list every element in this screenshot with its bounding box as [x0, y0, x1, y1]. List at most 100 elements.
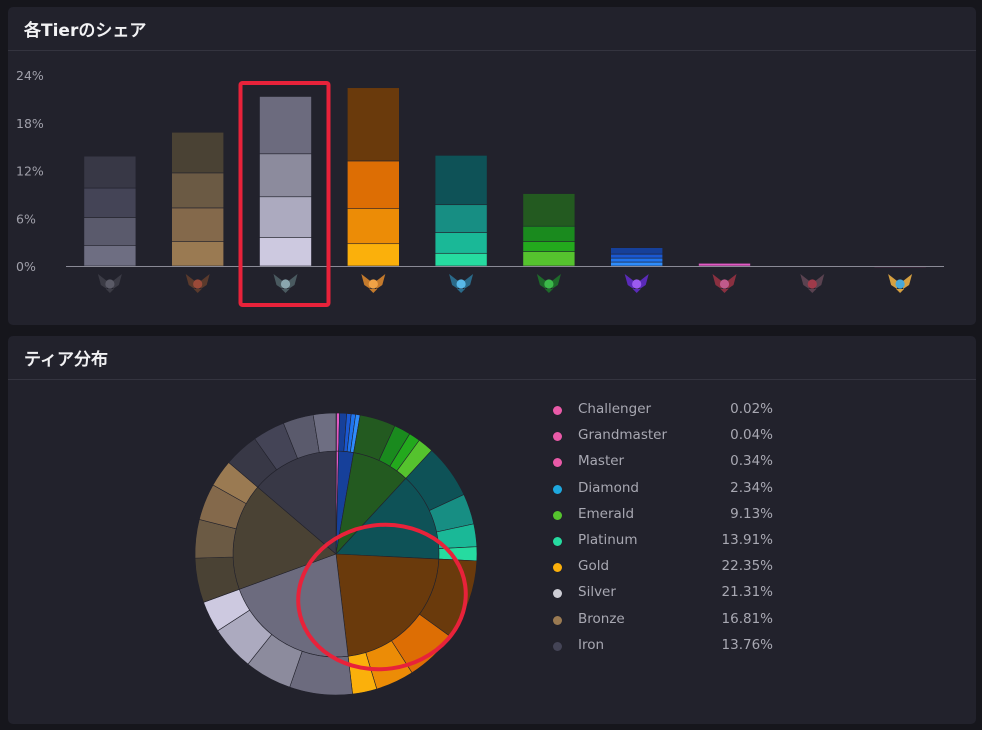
bar-segment-iron-2[interactable]: [83, 217, 137, 246]
bar-segment-platinum-1[interactable]: [434, 252, 488, 267]
bar-iron[interactable]: [83, 155, 137, 267]
legend-dot: [553, 589, 562, 599]
legend-item-grandmaster[interactable]: Grandmaster 0.04%: [551, 426, 791, 452]
bar-segment-emerald-2[interactable]: [522, 241, 576, 252]
bar-gold[interactable]: [346, 87, 400, 267]
bar-segment-iron-4[interactable]: [83, 155, 137, 189]
bar-segment-bronze-4[interactable]: [171, 132, 224, 174]
bar-master[interactable]: [698, 262, 751, 267]
legend-label: Silver: [578, 584, 616, 601]
bar-segment-gold-3[interactable]: [346, 160, 400, 209]
legend-value: 16.81%: [721, 610, 773, 627]
bar-segment-bronze-2[interactable]: [171, 207, 224, 242]
bar-platinum[interactable]: [434, 155, 488, 267]
gold-emblem-icon: [361, 274, 386, 293]
legend-dot: [553, 458, 562, 468]
bar-segment-platinum-3[interactable]: [434, 204, 488, 233]
legend-dot: [553, 563, 562, 573]
legend-item-gold[interactable]: Gold 22.35%: [551, 557, 791, 583]
legend-item-silver[interactable]: Silver 21.31%: [551, 583, 791, 609]
bar-segment-master-1[interactable]: [698, 262, 751, 267]
legend-value: 22.35%: [721, 558, 773, 575]
bar-segment-silver-2[interactable]: [259, 196, 312, 238]
iron-emblem-icon: [97, 274, 122, 293]
tier-distribution-legend: Challenger 0.02% Grandmaster 0.04% Master 0.3…: [551, 400, 791, 662]
tier-distribution-pie-chart: [194, 412, 478, 696]
diamond-emblem-icon: [624, 274, 649, 293]
legend-value: 9.13%: [730, 505, 773, 522]
y-tick-label: 18%: [16, 116, 44, 131]
bar-segment-gold-1[interactable]: [346, 243, 400, 267]
grandmaster-emblem-icon: [800, 274, 825, 293]
bar-segment-gold-2[interactable]: [346, 208, 400, 245]
legend-item-master[interactable]: Master 0.34%: [551, 452, 791, 478]
bar-segment-iron-3[interactable]: [83, 187, 137, 218]
bar-diamond[interactable]: [610, 247, 664, 267]
bar-segment-diamond-3[interactable]: [610, 253, 664, 259]
bar-segment-emerald-1[interactable]: [522, 251, 576, 267]
bar-segment-emerald-4[interactable]: [522, 193, 576, 227]
legend-dot: [553, 484, 562, 494]
silver-emblem-icon: [273, 274, 298, 293]
bar-segment-emerald-3[interactable]: [522, 225, 576, 242]
legend-value: 0.04%: [730, 427, 773, 444]
legend-item-platinum[interactable]: Platinum 13.91%: [551, 531, 791, 557]
bar-segment-diamond-4[interactable]: [610, 247, 664, 255]
legend-label: Emerald: [578, 505, 635, 522]
legend-dot: [553, 432, 562, 442]
legend-value: 21.31%: [721, 584, 773, 601]
bar-emerald[interactable]: [522, 193, 576, 267]
legend-label: Diamond: [578, 479, 639, 496]
emerald-emblem-icon: [536, 274, 561, 293]
bar-segment-silver-1[interactable]: [259, 237, 312, 267]
legend-label: Iron: [578, 636, 605, 653]
challenger-emblem-icon: [888, 274, 913, 293]
legend-dot: [553, 641, 562, 651]
bar-bronze[interactable]: [171, 132, 224, 267]
platinum-emblem-icon: [449, 274, 474, 293]
legend-label: Bronze: [578, 610, 625, 627]
bar-segment-silver-4[interactable]: [259, 96, 312, 155]
bar-segment-bronze-1[interactable]: [171, 241, 224, 267]
legend-label: Master: [578, 453, 625, 470]
y-tick-label: 24%: [16, 68, 44, 83]
legend-dot: [553, 406, 562, 415]
pie-slice-gold[interactable]: [335, 553, 478, 695]
tier-share-bar-chart: 0% 6% 12% 18% 24%: [16, 68, 944, 307]
bar-segment-platinum-4[interactable]: [434, 155, 488, 206]
y-tick-label: 6%: [16, 211, 36, 226]
tier-distribution-title: ティア分布: [8, 336, 976, 380]
y-tick-label: 0%: [16, 259, 36, 274]
legend-value: 13.91%: [721, 531, 773, 548]
bar-segment-diamond-2[interactable]: [610, 257, 664, 263]
tier-share-panel: 各Tierのシェア 0% 6% 12% 18% 24%: [8, 7, 976, 325]
legend-item-bronze[interactable]: Bronze 16.81%: [551, 610, 791, 636]
bar-segment-diamond-1[interactable]: [610, 261, 664, 267]
legend-label: Platinum: [578, 531, 638, 548]
legend-item-challenger[interactable]: Challenger 0.02%: [551, 400, 791, 426]
legend-value: 13.76%: [721, 636, 773, 653]
bar-silver[interactable]: [259, 96, 312, 267]
legend-item-iron[interactable]: Iron 13.76%: [551, 636, 791, 662]
legend-value: 2.34%: [730, 479, 773, 496]
bar-segment-iron-1[interactable]: [83, 245, 137, 267]
legend-dot: [553, 615, 562, 625]
bronze-emblem-icon: [185, 274, 210, 293]
master-emblem-icon: [712, 274, 737, 293]
bar-segment-silver-3[interactable]: [259, 153, 312, 198]
legend-label: Grandmaster: [578, 427, 668, 444]
legend-item-emerald[interactable]: Emerald 9.13%: [551, 505, 791, 531]
tier-share-title: 各Tierのシェア: [8, 7, 976, 51]
bar-segment-platinum-2[interactable]: [434, 232, 488, 254]
tier-distribution-panel: ティア分布 Challenger 0.02% Grandmaster 0.04% Mas…: [8, 336, 976, 724]
legend-value: 0.34%: [730, 453, 773, 470]
legend-dot: [553, 510, 562, 520]
legend-value: 0.02%: [730, 401, 773, 417]
legend-dot: [553, 536, 562, 546]
y-tick-label: 12%: [16, 164, 44, 179]
legend-label: Challenger: [578, 401, 652, 417]
legend-label: Gold: [578, 558, 610, 575]
legend-item-diamond[interactable]: Diamond 2.34%: [551, 479, 791, 505]
bar-segment-bronze-3[interactable]: [171, 172, 224, 209]
bar-segment-gold-4[interactable]: [346, 87, 400, 162]
